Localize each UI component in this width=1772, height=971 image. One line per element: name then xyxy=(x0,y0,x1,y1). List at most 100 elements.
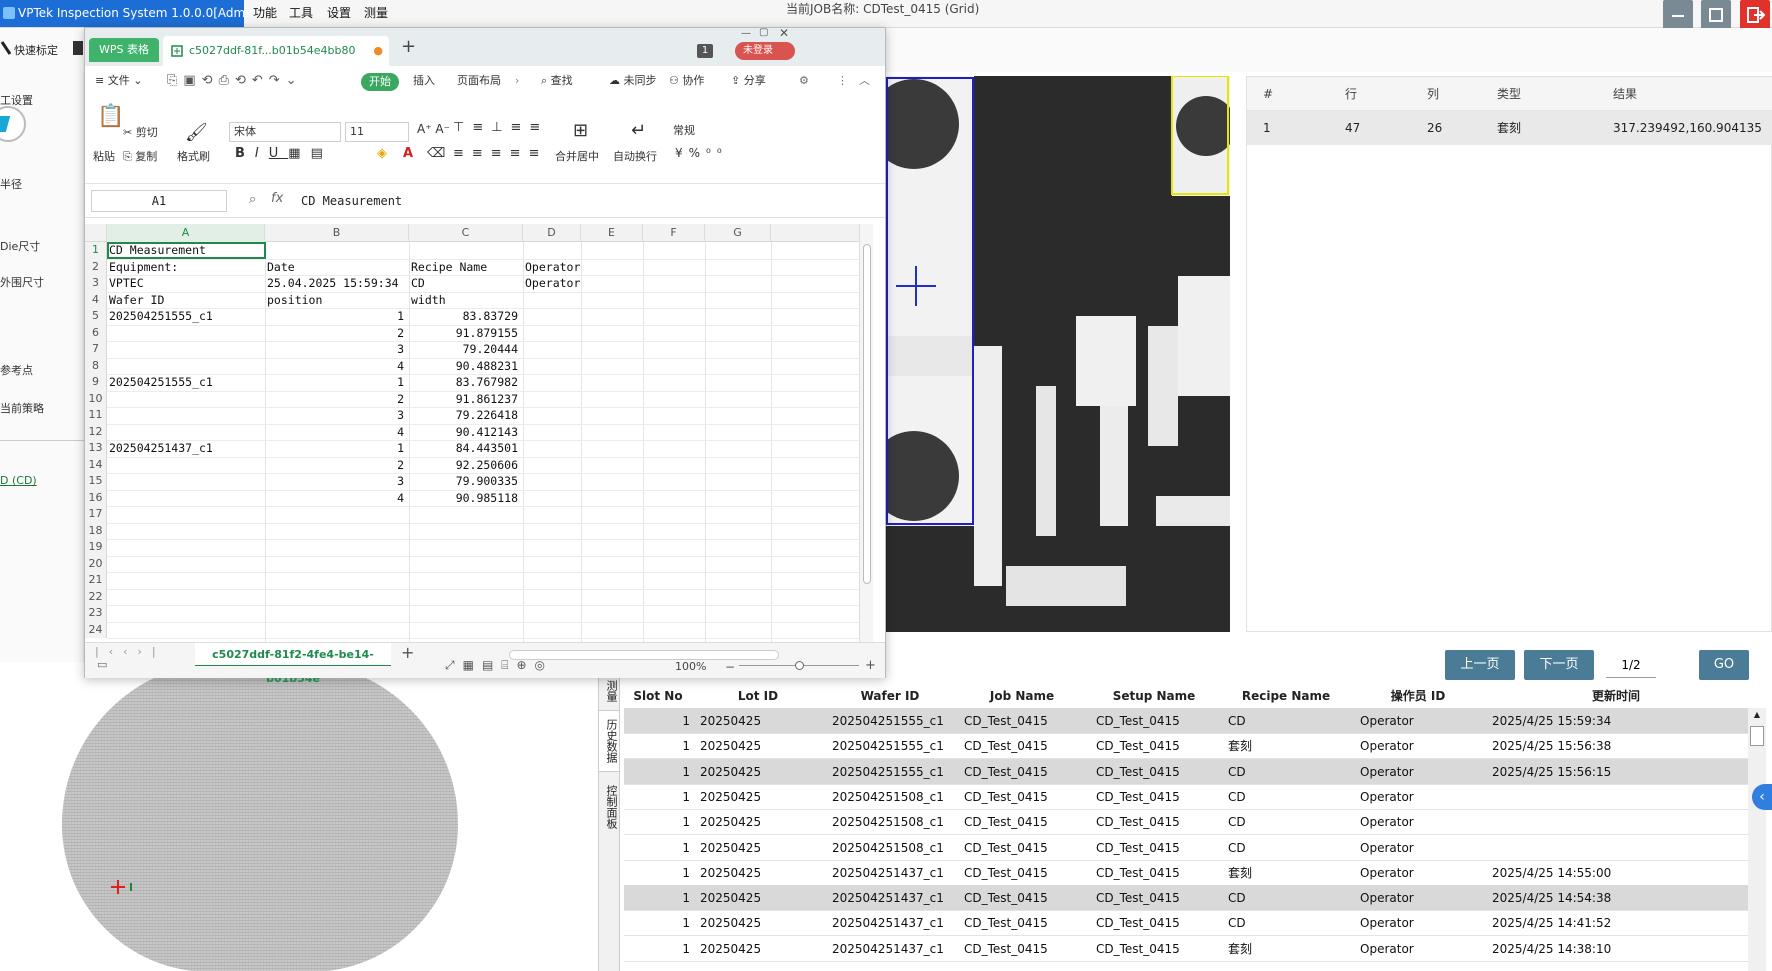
table-row[interactable]: 1 20250425 202504251508_c1 CD_Test_0415 CD_T… xyxy=(624,784,1748,810)
cell-c[interactable]: 84.443501 xyxy=(411,440,521,457)
copy-button[interactable]: ⎘ 复制 xyxy=(123,148,157,164)
cell-b[interactable] xyxy=(267,572,407,589)
menu-share[interactable]: ⇪ 分享 xyxy=(731,66,766,96)
row-header[interactable]: 12 xyxy=(85,423,107,440)
sheet-tab[interactable]: c5027ddf-81f2-4fe4-be14-b01b54e xyxy=(195,643,391,685)
wps-app-tab[interactable]: WPS 表格 xyxy=(89,38,159,62)
row-header[interactable]: 22 xyxy=(85,588,107,605)
wps-maximize-icon[interactable]: ▢ xyxy=(759,27,768,38)
col-header-b[interactable]: B xyxy=(265,224,409,242)
cell-a[interactable] xyxy=(109,407,263,424)
table-row[interactable]: 1 20250425 202504251555_c1 CD_Test_0415 CD_T… xyxy=(624,733,1748,760)
select-all-corner[interactable] xyxy=(85,224,107,242)
cell-c[interactable]: CD xyxy=(411,275,521,292)
name-box[interactable]: A1 xyxy=(91,190,227,212)
menu-search[interactable]: ⌕ 查找 xyxy=(541,66,573,96)
row-header[interactable]: 17 xyxy=(85,506,107,523)
left-item-die-size[interactable]: Die尺寸 xyxy=(0,238,40,254)
left-item-outer-size[interactable]: 外围尺寸 xyxy=(0,274,44,290)
cell-d[interactable] xyxy=(525,374,581,391)
cell-b[interactable] xyxy=(267,589,407,606)
cell-d[interactable] xyxy=(525,391,581,408)
cell-a[interactable]: Equipment: xyxy=(109,259,263,276)
table-row[interactable]: 1 20250425 202504251437_c1 CD_Test_0415 CD_T… xyxy=(624,860,1748,886)
cell-d[interactable] xyxy=(525,407,581,424)
menu-tools[interactable]: 工具 xyxy=(289,0,313,27)
cell-b[interactable]: 1 xyxy=(267,440,407,457)
left-item-strategy[interactable]: 当前策略 xyxy=(0,400,44,416)
menu-more-icon[interactable]: › xyxy=(515,66,519,96)
cell-a[interactable] xyxy=(109,490,263,507)
cell-c[interactable] xyxy=(411,605,521,622)
row-header[interactable]: 10 xyxy=(85,390,107,407)
row-header[interactable]: 11 xyxy=(85,407,107,424)
row-header[interactable]: 8 xyxy=(85,357,107,374)
cell-c[interactable]: 90.412143 xyxy=(411,424,521,441)
left-item-ref-point[interactable]: 参考点 xyxy=(0,362,33,378)
cell-d[interactable] xyxy=(525,523,581,540)
row-header[interactable]: 18 xyxy=(85,522,107,539)
paste-icon[interactable]: 📋 xyxy=(97,104,124,129)
zoom-in-icon[interactable]: + xyxy=(865,658,876,673)
cell-d[interactable] xyxy=(525,605,581,622)
menu-start[interactable]: 开始 xyxy=(361,73,399,91)
merge-center-button[interactable]: 合并居中 xyxy=(555,148,599,164)
cell-a[interactable] xyxy=(109,572,263,589)
cell-d[interactable] xyxy=(525,572,581,589)
cell-d[interactable] xyxy=(525,341,581,358)
menu-insert[interactable]: 插入 xyxy=(413,66,435,96)
row-header[interactable]: 16 xyxy=(85,489,107,506)
fx-icon[interactable]: fx xyxy=(271,191,283,206)
cell-b[interactable] xyxy=(267,605,407,622)
macro-icon[interactable]: ▭ xyxy=(97,658,107,671)
row-header[interactable]: 4 xyxy=(85,291,107,308)
cell-b[interactable] xyxy=(267,242,407,259)
cell-c[interactable]: 91.861237 xyxy=(411,391,521,408)
collapse-ribbon-icon[interactable]: ︿ xyxy=(859,66,870,96)
cell-a[interactable] xyxy=(109,358,263,375)
vertical-scrollbar[interactable] xyxy=(859,224,873,642)
cell-d[interactable] xyxy=(525,358,581,375)
row-header[interactable]: 3 xyxy=(85,275,107,292)
zoom-slider-thumb[interactable] xyxy=(795,661,804,670)
cell-c[interactable]: 79.900335 xyxy=(411,473,521,490)
cell-d[interactable] xyxy=(525,292,581,309)
add-sheet-icon[interactable]: + xyxy=(401,643,414,662)
cell-c[interactable]: width xyxy=(411,292,521,309)
cell-a[interactable] xyxy=(109,391,263,408)
cell-d[interactable] xyxy=(525,589,581,606)
fill-color-icon[interactable]: ◈ xyxy=(377,146,387,161)
page-input[interactable] xyxy=(1606,652,1656,678)
cell-a[interactable] xyxy=(109,539,263,556)
menu-collab[interactable]: ⚇ 协作 xyxy=(669,66,704,96)
table-row[interactable]: 1 20250425 202504251555_c1 CD_Test_0415 CD_T… xyxy=(624,758,1748,785)
maximize-button[interactable] xyxy=(1701,0,1731,30)
cell-c[interactable] xyxy=(411,589,521,606)
zoom-level[interactable]: 100% xyxy=(675,660,706,673)
cell-d[interactable] xyxy=(525,325,581,342)
new-tab-icon[interactable]: + xyxy=(401,36,416,57)
wrap-icon[interactable]: ↵ xyxy=(631,120,646,141)
menu-function[interactable]: 功能 xyxy=(253,0,277,27)
cell-c[interactable] xyxy=(411,556,521,573)
cell-c[interactable]: 83.767982 xyxy=(411,374,521,391)
font-select[interactable]: 宋体 xyxy=(229,122,341,142)
minimize-button[interactable] xyxy=(1663,0,1693,30)
cell-a[interactable] xyxy=(109,424,263,441)
cell-a[interactable] xyxy=(109,506,263,523)
cell-d[interactable] xyxy=(525,242,581,259)
col-header-f[interactable]: F xyxy=(643,224,705,242)
tab-control-panel[interactable]: 控制面板 xyxy=(599,776,619,838)
col-header-a[interactable]: A xyxy=(107,224,265,242)
sheet-grid[interactable]: A B C D E F G 1 CD Measurement 2 Equipment:… xyxy=(85,224,873,642)
cell-a[interactable] xyxy=(109,605,263,622)
cell-b[interactable]: Date xyxy=(267,259,407,276)
view-mode-icons[interactable]: ⤢▦▤⌸⊕◎ xyxy=(445,658,553,673)
row-header[interactable]: 19 xyxy=(85,539,107,556)
format-painter-button[interactable]: 格式刷 xyxy=(177,148,210,164)
vertical-align-icons[interactable]: ⊤≡⊥≡≡ xyxy=(453,120,548,135)
row-header[interactable]: 1 xyxy=(85,242,107,259)
cell-c[interactable] xyxy=(411,523,521,540)
row-header[interactable]: 6 xyxy=(85,324,107,341)
cell-d[interactable] xyxy=(525,440,581,457)
